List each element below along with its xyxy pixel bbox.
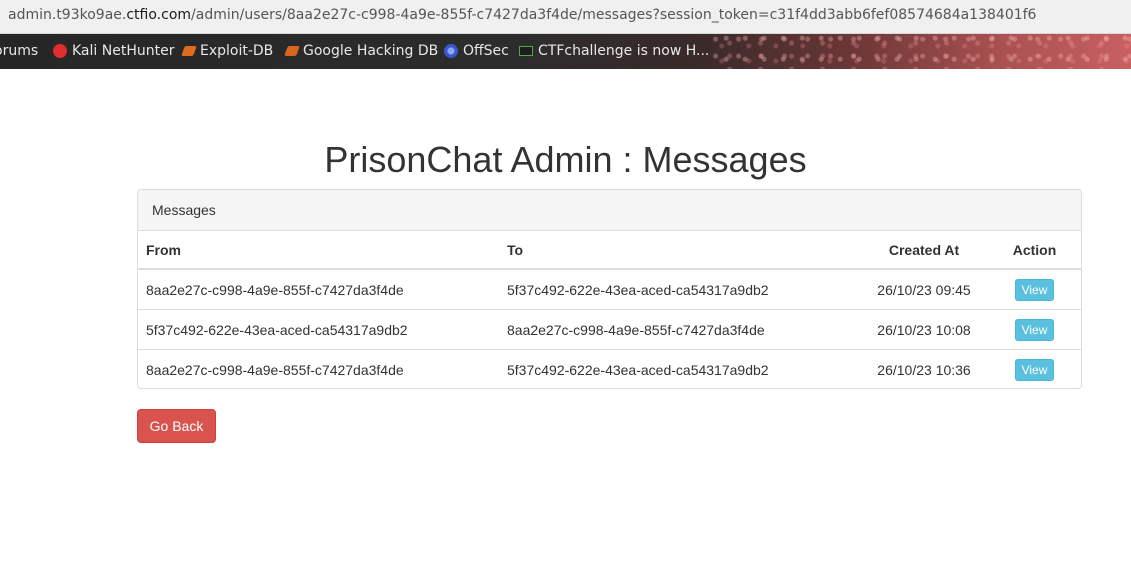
table-header-row: From To Created At Action xyxy=(138,231,1081,270)
table-row: 8aa2e27c-c998-4a9e-855f-c7427da3f4de 5f3… xyxy=(138,349,1081,389)
view-button[interactable]: View xyxy=(1014,318,1055,341)
cell-to: 5f37c492-622e-43ea-aced-ca54317a9db2 xyxy=(507,281,769,298)
column-header-from: From xyxy=(138,231,499,270)
table-row: 8aa2e27c-c998-4a9e-855f-c7427da3f4de 5f3… xyxy=(138,269,1081,310)
view-button[interactable]: View xyxy=(1014,278,1055,301)
column-header-to: To xyxy=(499,231,860,270)
bookmark-forums[interactable]: orums xyxy=(0,43,38,59)
cell-action: View xyxy=(988,349,1081,389)
cell-from: 8aa2e27c-c998-4a9e-855f-c7427da3f4de xyxy=(146,281,404,298)
panel-heading: Messages xyxy=(138,190,1081,231)
page-title: PrisonChat Admin : Messages xyxy=(324,139,807,180)
bookmark-label: orums xyxy=(0,43,39,59)
offsec-icon xyxy=(444,44,458,58)
bookmark-exploit-db[interactable]: Exploit-DB xyxy=(181,43,274,59)
bookmark-label: Exploit-DB xyxy=(200,43,274,59)
cell-created-at: 26/10/23 10:36 xyxy=(860,349,988,389)
cell-to: 8aa2e27c-c998-4a9e-855f-c7427da3f4de xyxy=(499,309,860,350)
view-button[interactable]: View xyxy=(1014,358,1055,381)
cell-created-at: 26/10/23 10:08 xyxy=(860,309,988,350)
cell-from: 8aa2e27c-c998-4a9e-855f-c7427da3f4de xyxy=(138,349,499,389)
cell-created-at: 26/10/23 09:45 xyxy=(877,281,971,298)
cell-from: 5f37c492-622e-43ea-aced-ca54317a9db2 xyxy=(138,309,499,350)
cell-action: View xyxy=(988,269,1081,310)
messages-panel: Messages From To Created At Action 8aa2e… xyxy=(137,189,1082,389)
url-host-domain: ctfio.com xyxy=(126,7,192,23)
terminal-icon xyxy=(519,46,533,56)
bookmark-label: CTFchallenge is now H... xyxy=(538,43,710,59)
bookmarks-background-texture xyxy=(711,34,1131,69)
bookmark-label: Google Hacking DB xyxy=(303,43,439,59)
address-bar[interactable]: admin.t93ko9ae.ctfio.com/admin/users/8aa… xyxy=(0,0,1131,34)
bookmark-label: Kali NetHunter xyxy=(72,43,175,59)
cell-to: 5f37c492-622e-43ea-aced-ca54317a9db2 xyxy=(499,349,860,389)
bookmark-offsec[interactable]: OffSec xyxy=(444,43,509,59)
table-row: 5f37c492-622e-43ea-aced-ca54317a9db2 8aa… xyxy=(138,309,1081,350)
column-header-action: Action xyxy=(988,231,1081,270)
messages-table: From To Created At Action 8aa2e27c-c998-… xyxy=(138,231,1081,389)
cell-action: View xyxy=(988,309,1081,350)
go-back-button[interactable]: Go Back xyxy=(137,409,216,443)
bookmark-label: OffSec xyxy=(463,43,509,59)
column-header-created-at: Created At xyxy=(860,231,988,270)
bookmark-kali-nethunter[interactable]: Kali NetHunter xyxy=(53,43,174,59)
bookmark-google-hacking-db[interactable]: Google Hacking DB xyxy=(284,43,439,59)
url-text[interactable]: admin.t93ko9ae.ctfio.com/admin/users/8aa… xyxy=(8,7,1036,23)
kali-dragon-icon xyxy=(53,44,67,58)
ghdb-icon xyxy=(284,46,300,56)
url-host-prefix: admin.t93ko9ae. xyxy=(8,7,127,23)
bookmarks-bar: orums Kali NetHunter Exploit-DB Google H… xyxy=(0,34,1131,69)
exploit-db-icon xyxy=(181,46,197,56)
url-path: /admin/users/8aa2e27c-c998-4a9e-855f-c74… xyxy=(191,7,1037,23)
bookmark-ctfchallenge[interactable]: CTFchallenge is now H... xyxy=(519,43,709,59)
